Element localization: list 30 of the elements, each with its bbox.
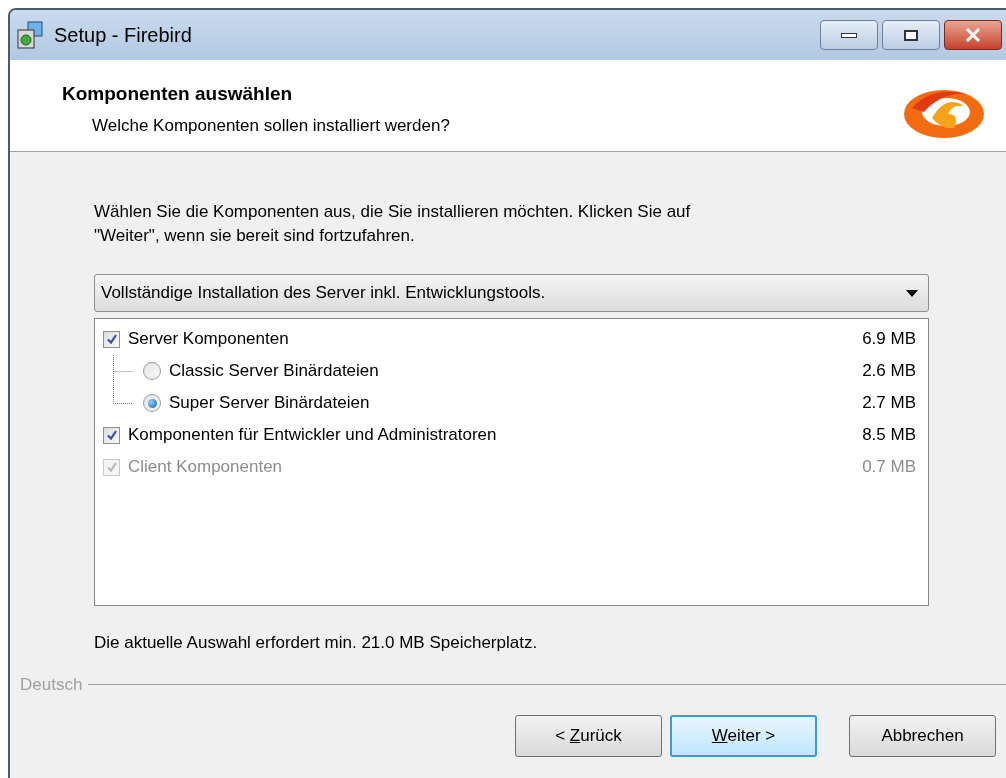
- component-size: 2.6 MB: [862, 360, 916, 383]
- language-label: Deutsch: [20, 673, 83, 696]
- minimize-button[interactable]: [820, 20, 878, 50]
- component-label: Client Komponenten: [128, 456, 283, 479]
- close-icon: [965, 28, 981, 42]
- install-type-dropdown[interactable]: Vollständige Installation des Server inkl. Entwicklungstools.: [94, 274, 929, 312]
- wizard-button[interactable]: Weiter >: [670, 715, 817, 757]
- checkbox[interactable]: [103, 330, 120, 348]
- component-label: Komponenten für Entwickler und Administratoren: [128, 424, 497, 447]
- component-size: 6.9 MB: [862, 328, 916, 351]
- window-title: Setup - Firebird: [54, 23, 192, 48]
- space-requirement-text: Die aktuelle Auswahl erfordert min. 21.0 MB Speicherplatz.: [94, 632, 539, 654]
- intro-text: Wählen Sie die Komponenten aus, die Sie installieren möchten. Klicken Sie auf "Weiter", wenn sie bereit sind fortzufahren.: [94, 201, 692, 247]
- component-label: Server Komponenten: [128, 328, 289, 351]
- checkbox[interactable]: [103, 426, 120, 444]
- setup-icon: [16, 20, 46, 50]
- radio-button[interactable]: [143, 362, 161, 380]
- close-button[interactable]: [944, 20, 1002, 50]
- component-label: Classic Server Binärdateien: [169, 360, 379, 383]
- component-label: Super Server Binärdateien: [169, 392, 370, 415]
- wizard-button[interactable]: Abbrechen: [849, 715, 996, 757]
- component-size: 0.7 MB: [862, 456, 916, 479]
- dropdown-arrow-icon: [906, 289, 918, 297]
- component-size: 2.7 MB: [862, 392, 916, 415]
- page-title: Komponenten auswählen: [62, 82, 294, 106]
- maximize-button[interactable]: [882, 20, 940, 50]
- component-size: 8.5 MB: [862, 424, 916, 447]
- page-subtitle: Welche Komponenten sollen installiert werden?: [92, 114, 450, 137]
- radio-button[interactable]: [143, 394, 161, 412]
- wizard-button[interactable]: < Zurück: [515, 715, 662, 757]
